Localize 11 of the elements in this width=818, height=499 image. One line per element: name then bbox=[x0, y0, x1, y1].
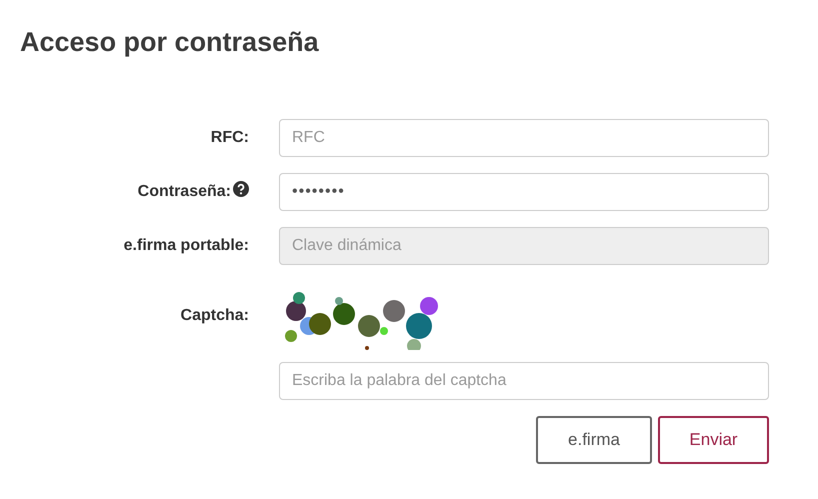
field-label: Contraseña: bbox=[138, 182, 231, 202]
input-field[interactable]: RFC bbox=[279, 119, 769, 157]
field-label: e.firma portable: bbox=[124, 236, 249, 256]
field-label: Captcha: bbox=[180, 306, 249, 326]
submit-button[interactable]: Enviar bbox=[658, 416, 769, 464]
efirma-button[interactable]: e.firma bbox=[536, 416, 652, 464]
password-field[interactable]: •••••••• bbox=[279, 173, 769, 211]
help-icon[interactable] bbox=[233, 181, 249, 197]
input-field[interactable]: Escriba la palabra del captcha bbox=[279, 362, 769, 400]
page-title: Acceso por contraseña bbox=[20, 26, 319, 59]
field-label: RFC: bbox=[210, 128, 249, 148]
